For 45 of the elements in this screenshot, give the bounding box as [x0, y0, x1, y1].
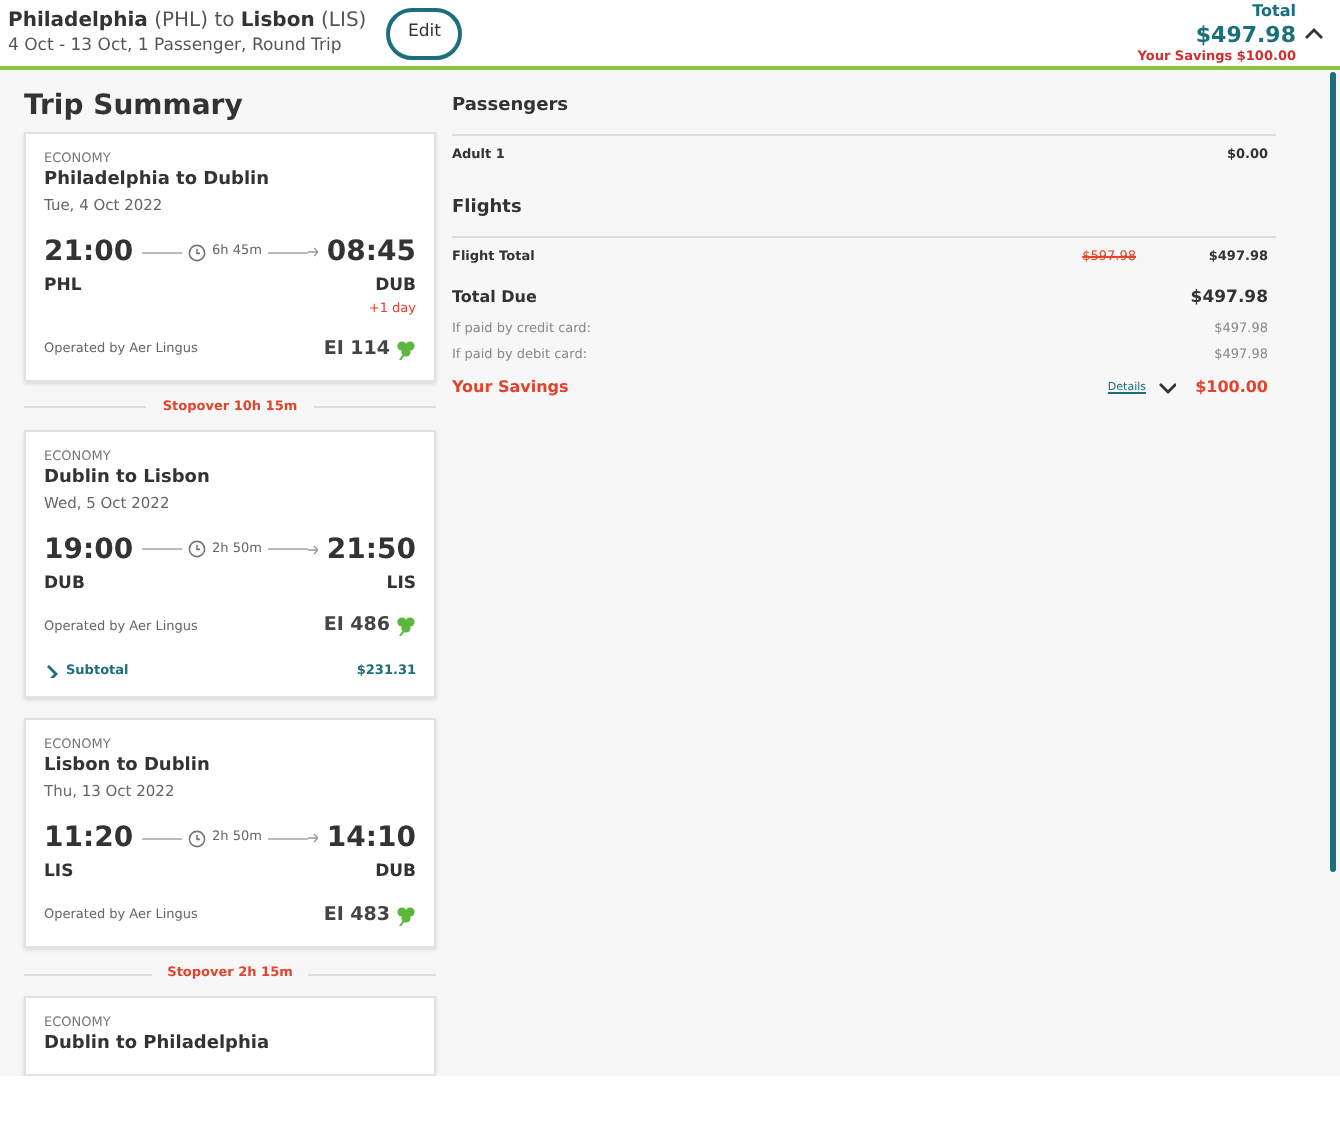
trip-details: 4 Oct - 13 Oct, 1 Passenger, Round Trip — [8, 33, 344, 59]
savings-amount: $100.00 — [1193, 375, 1270, 400]
arrival-time: 14:10 — [326, 822, 416, 855]
shamrock-icon — [396, 906, 416, 927]
section-heading: Passengers — [452, 94, 1276, 135]
shamrock-icon — [396, 339, 416, 360]
departure-time: 19:00 — [44, 533, 134, 565]
section-title: Trip Summary — [24, 88, 245, 124]
airport-code: DUB — [44, 571, 85, 597]
chevron-right-icon — [44, 663, 58, 678]
airport-code: DUB — [375, 274, 416, 300]
total-label: Total — [1252, 1, 1296, 21]
section-heading: Flights — [452, 196, 1276, 238]
arrow-icon — [308, 832, 319, 845]
shamrock-icon — [396, 616, 416, 637]
departure-time: 11:20 — [44, 822, 134, 855]
clock-icon — [188, 243, 207, 261]
route-title: Lisbon to Dublin — [44, 754, 212, 781]
collapse-button[interactable] — [1304, 25, 1324, 41]
flight-number: EI 483 — [323, 902, 390, 930]
arrival-time: 21:50 — [326, 533, 416, 565]
arrow-icon — [308, 246, 319, 258]
details-toggle[interactable] — [1158, 380, 1176, 395]
total-due-price: $497.98 — [1190, 285, 1270, 311]
arrival-time: 08:45 — [326, 236, 416, 268]
flight-number: EI 486 — [323, 612, 390, 641]
trip-route: Philadelphia (PHL) to Lisbon (LIS) — [8, 7, 367, 34]
route-title: Dublin to Lisbon — [44, 465, 212, 491]
arrow-icon — [308, 543, 319, 555]
airport-code: LIS — [386, 571, 416, 597]
total-due-label: Total Due — [452, 285, 537, 310]
total-price: $497.98 — [1195, 21, 1296, 47]
edit-button[interactable]: Edit — [386, 7, 463, 59]
departure-time: 21:00 — [44, 236, 134, 268]
chevron-down-icon — [1158, 380, 1176, 395]
airport-code: LIS — [44, 860, 74, 886]
route-title: Philadelphia to Dublin — [44, 168, 272, 194]
clock-icon — [188, 540, 207, 558]
chevron-up-icon — [1304, 25, 1324, 41]
clock-icon — [188, 829, 207, 848]
route-title: Dublin to Philadelphia — [44, 1032, 272, 1058]
savings-label: Your Savings — [452, 375, 569, 400]
airport-code: PHL — [44, 274, 82, 300]
flight-number: EI 114 — [323, 335, 390, 363]
airport-code: DUB — [375, 860, 416, 886]
